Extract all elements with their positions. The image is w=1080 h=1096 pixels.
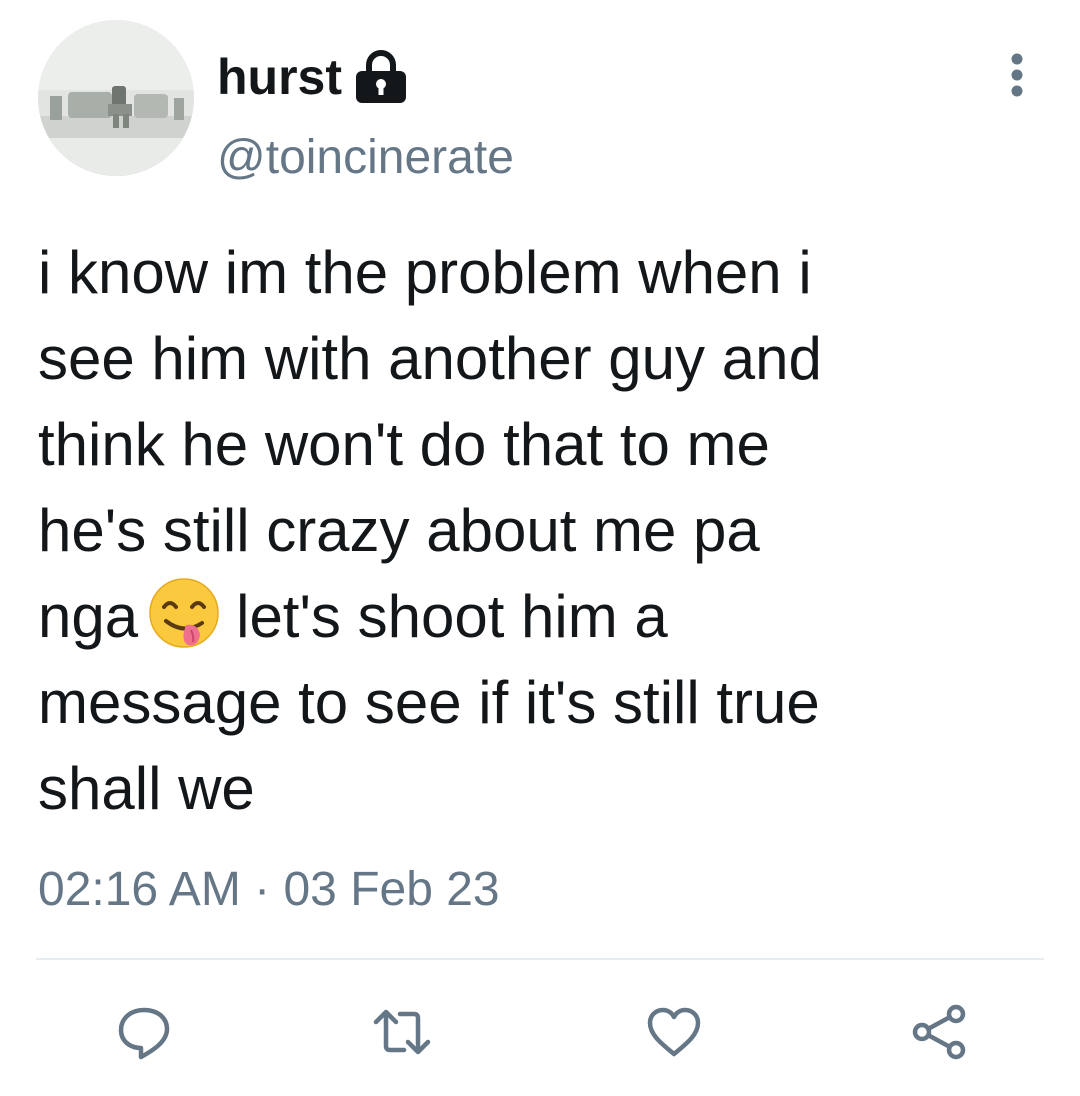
author-name-row: hurst bbox=[217, 44, 410, 110]
like-button[interactable] bbox=[644, 1002, 704, 1062]
reply-button[interactable] bbox=[114, 1002, 174, 1062]
retweet-icon bbox=[373, 1009, 431, 1055]
tweet-timestamp[interactable]: 02:16 AM · 03 Feb 23 bbox=[38, 862, 500, 917]
share-button[interactable] bbox=[910, 1002, 970, 1062]
divider bbox=[36, 958, 1044, 960]
avatar-photo bbox=[38, 20, 194, 176]
retweet-button[interactable] bbox=[372, 1002, 432, 1062]
display-name[interactable]: hurst bbox=[217, 48, 342, 106]
like-icon bbox=[647, 1007, 701, 1057]
avatar[interactable] bbox=[38, 20, 194, 176]
more-options-icon[interactable] bbox=[1004, 52, 1030, 98]
face-savoring-food-emoji-icon bbox=[146, 575, 222, 651]
reply-icon bbox=[118, 1007, 170, 1060]
share-icon bbox=[912, 1004, 966, 1060]
lock-icon bbox=[352, 48, 410, 106]
author-handle[interactable]: @toincinerate bbox=[217, 130, 514, 185]
tweet-text: i know im the problem when i see him wit… bbox=[38, 230, 1048, 832]
